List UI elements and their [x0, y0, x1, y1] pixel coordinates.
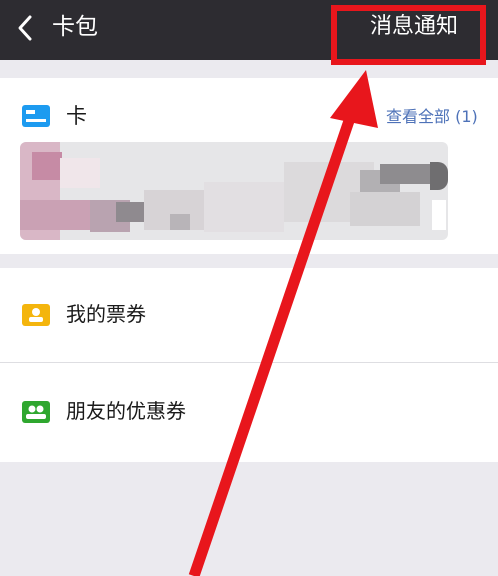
red-arrow-annotation: [188, 70, 378, 576]
